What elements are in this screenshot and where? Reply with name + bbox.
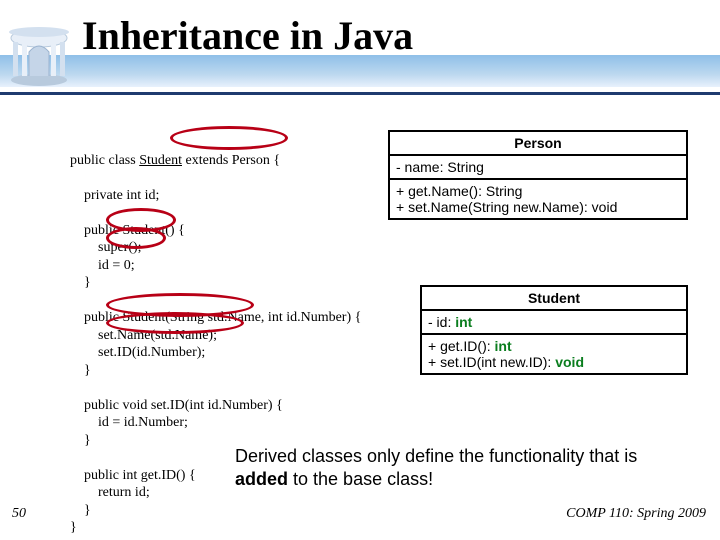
- code-line: private int id;: [70, 188, 159, 203]
- uml-person-m2: + set.Name(String new.Name): void: [396, 199, 680, 215]
- code-line: }: [70, 363, 91, 378]
- code-line: public Student() {: [70, 223, 185, 238]
- summary-text: Derived classes only define the function…: [235, 445, 695, 490]
- uml-student-methods: + get.ID(): int + set.ID(int new.ID): vo…: [422, 335, 686, 373]
- code-line: }: [70, 433, 91, 448]
- uml-person-m1: + get.Name(): String: [396, 183, 680, 199]
- slide-title: Inheritance in Java: [82, 12, 413, 59]
- uml-person-box: Person - name: String + get.Name(): Stri…: [388, 130, 688, 220]
- code-line: id = id.Number;: [70, 415, 188, 430]
- header-band: [0, 55, 720, 87]
- code-line: return id;: [70, 485, 150, 500]
- code-line: public class Student extends Person {: [70, 153, 280, 168]
- code-line: }: [70, 503, 91, 518]
- uml-person-methods: + get.Name(): String + set.Name(String n…: [390, 180, 686, 218]
- code-line: public void set.ID(int id.Number) {: [70, 398, 283, 413]
- uml-student-title: Student: [422, 287, 686, 311]
- code-line: set.ID(id.Number);: [70, 345, 205, 360]
- uml-student-m1: + get.ID(): int: [428, 338, 680, 354]
- code-line: }: [70, 520, 77, 535]
- slide-number: 50: [12, 506, 26, 522]
- code-line: id = 0;: [70, 258, 135, 273]
- uml-student-box: Student - id: int + get.ID(): int + set.…: [420, 285, 688, 375]
- slide-logo: [6, 22, 72, 88]
- code-line: public int get.ID() {: [70, 468, 196, 483]
- header-rule: [0, 92, 720, 95]
- code-line: set.Name(std.Name);: [70, 328, 217, 343]
- course-label: COMP 110: Spring 2009: [566, 506, 706, 522]
- uml-student-attr: - id: int: [422, 311, 686, 335]
- code-line: public Student(String std.Name, int id.N…: [70, 310, 361, 325]
- uml-student-m2: + set.ID(int new.ID): void: [428, 354, 680, 370]
- uml-person-attr: - name: String: [390, 156, 686, 180]
- uml-person-title: Person: [390, 132, 686, 156]
- code-line: super();: [70, 240, 142, 255]
- code-line: }: [70, 275, 91, 290]
